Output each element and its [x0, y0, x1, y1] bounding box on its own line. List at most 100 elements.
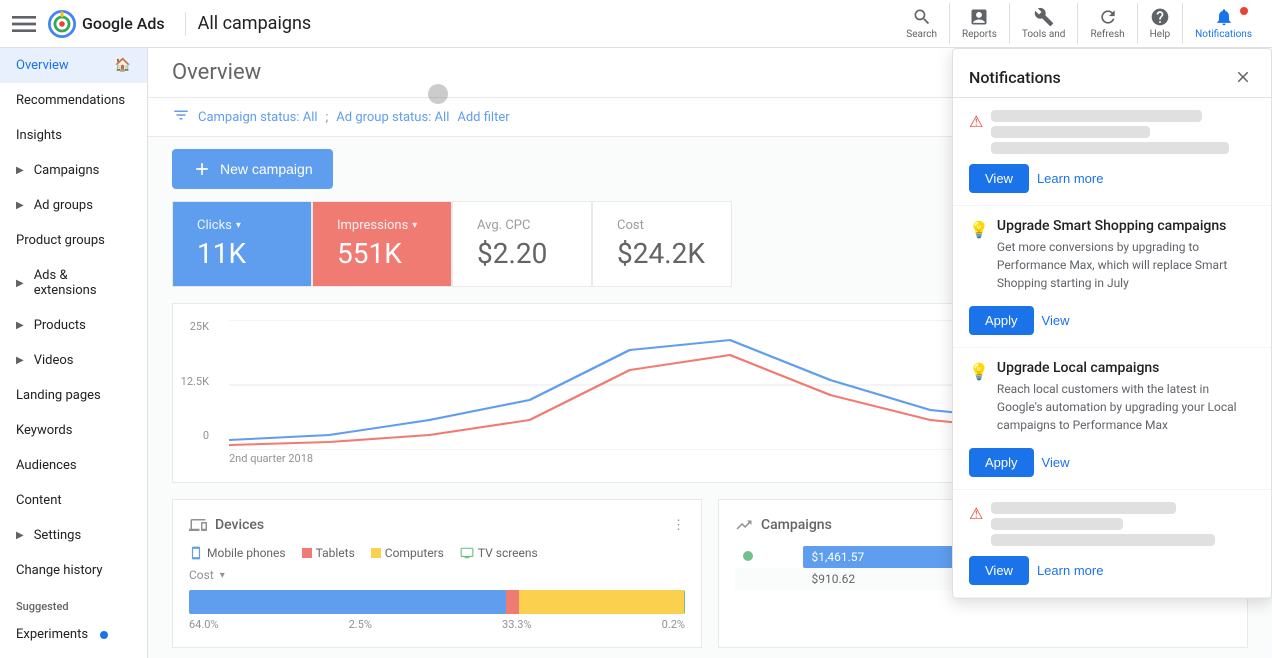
- sidebar-item-products[interactable]: ▶ Products: [0, 308, 147, 343]
- notifications-header: Notifications: [953, 49, 1271, 98]
- skeleton-line: [991, 142, 1228, 154]
- sidebar-item-recommendations[interactable]: Recommendations: [0, 83, 147, 118]
- refresh-nav-button[interactable]: Refresh: [1078, 3, 1137, 44]
- apply-button[interactable]: Apply: [969, 306, 1034, 335]
- error-icon: ⚠: [969, 504, 983, 523]
- experiments-badge: [100, 631, 108, 639]
- sidebar-item-label: Experiments: [16, 627, 88, 642]
- help-nav-button[interactable]: Help: [1138, 3, 1183, 44]
- sidebar-item-experiments[interactable]: Experiments: [0, 617, 147, 652]
- notifications-close-button[interactable]: [1231, 65, 1255, 89]
- reports-label: Reports: [962, 29, 997, 40]
- notifications-nav-button[interactable]: Notifications: [1183, 3, 1264, 44]
- lightbulb-icon: 💡: [969, 362, 989, 381]
- chevron-icon: ▶: [16, 278, 24, 289]
- skeleton-line: [991, 534, 1215, 546]
- sidebar-item-label: Insights: [16, 128, 62, 143]
- notif-item-header: 💡 Upgrade Smart Shopping campaigns Get m…: [969, 218, 1255, 300]
- chevron-icon: ▶: [16, 320, 24, 331]
- notification-item-2: 💡 Upgrade Smart Shopping campaigns Get m…: [953, 206, 1271, 348]
- notif-item-header: 💡 Upgrade Local campaigns Reach local cu…: [969, 360, 1255, 442]
- sidebar-item-product-groups[interactable]: Product groups: [0, 223, 147, 258]
- main-content: Overview June 12 - 18, 2022 ▾ ❮ ❯ Campai…: [148, 48, 1272, 658]
- notif-item-header: ⚠: [969, 110, 1255, 158]
- sidebar-item-label: Products: [34, 318, 86, 333]
- sidebar-item-label: Audiences: [16, 458, 77, 473]
- notif-item-header: ⚠: [969, 502, 1255, 550]
- skeleton-line: [991, 110, 1202, 122]
- sidebar-item-label: Keywords: [16, 423, 72, 438]
- notification-item-1: ⚠ View Learn more: [953, 98, 1271, 206]
- notif-content: Upgrade Smart Shopping campaigns Get mor…: [997, 218, 1255, 300]
- tools-nav-button[interactable]: Tools and: [1010, 3, 1079, 44]
- sidebar-item-overview[interactable]: Overview 🏠: [0, 48, 147, 83]
- sidebar-item-content[interactable]: Content: [0, 483, 147, 518]
- view-button[interactable]: View: [1042, 313, 1070, 328]
- lightbulb-icon: 💡: [969, 220, 989, 239]
- nav-divider: [185, 12, 186, 36]
- sidebar-item-campaigns[interactable]: ▶ Campaigns: [0, 153, 147, 188]
- nav-section-title: All campaigns: [198, 13, 312, 34]
- view-button[interactable]: View: [969, 164, 1029, 193]
- learn-more-button[interactable]: Learn more: [1037, 563, 1103, 578]
- sidebar-item-videos[interactable]: ▶ Videos: [0, 343, 147, 378]
- chevron-icon: ▶: [16, 355, 24, 366]
- sidebar-item-drafts[interactable]: Drafts: [0, 652, 147, 658]
- sidebar-item-label: Recommendations: [16, 93, 125, 108]
- chevron-icon: ▶: [16, 530, 24, 541]
- notification-item-3: 💡 Upgrade Local campaigns Reach local cu…: [953, 348, 1271, 490]
- sidebar-item-change-history[interactable]: Change history: [0, 553, 147, 588]
- sidebar-item-audiences[interactable]: Audiences: [0, 448, 147, 483]
- skeleton-content: [991, 502, 1255, 550]
- sidebar-item-keywords[interactable]: Keywords: [0, 413, 147, 448]
- refresh-label: Refresh: [1090, 29, 1124, 40]
- notif-desc: Reach local customers with the latest in…: [997, 380, 1255, 434]
- tools-label: Tools and: [1022, 29, 1066, 40]
- learn-more-button[interactable]: Learn more: [1037, 171, 1103, 186]
- sidebar-item-label: Content: [16, 493, 62, 508]
- sidebar-item-label: Campaigns: [34, 163, 100, 178]
- home-icon: 🏠: [115, 58, 131, 73]
- sidebar-item-label: Settings: [34, 528, 81, 543]
- notifications-panel: Notifications ⚠ View Learn more: [952, 48, 1272, 599]
- skeleton-line: [991, 518, 1123, 530]
- menu-icon[interactable]: [8, 8, 40, 40]
- sidebar-item-label: Landing pages: [16, 388, 101, 403]
- nav-actions: Search Reports Tools and Refresh Help No…: [894, 3, 1264, 44]
- view-button[interactable]: View: [969, 556, 1029, 585]
- notif-desc: Get more conversions by upgrading to Per…: [997, 238, 1255, 292]
- sidebar-item-label: Ads & extensions: [34, 268, 131, 298]
- sidebar-item-ads-extensions[interactable]: ▶ Ads & extensions: [0, 258, 147, 308]
- top-navigation: Google Ads All campaigns Search Reports …: [0, 0, 1272, 48]
- sidebar-item-settings[interactable]: ▶ Settings: [0, 518, 147, 553]
- notifications-title: Notifications: [969, 68, 1061, 87]
- reports-nav-button[interactable]: Reports: [950, 3, 1010, 44]
- sidebar-item-landing-pages[interactable]: Landing pages: [0, 378, 147, 413]
- close-icon: [1234, 68, 1252, 86]
- notifications-label: Notifications: [1195, 29, 1252, 40]
- sidebar-item-label: Videos: [34, 353, 74, 368]
- main-layout: Overview 🏠 Recommendations Insights ▶ Ca…: [0, 48, 1272, 658]
- sidebar-item-label: Change history: [16, 563, 103, 578]
- notif-actions: Apply View: [969, 306, 1255, 335]
- sidebar-item-insights[interactable]: Insights: [0, 118, 147, 153]
- search-label: Search: [906, 29, 937, 40]
- error-icon: ⚠: [969, 112, 983, 131]
- sidebar-item-label: Ad groups: [34, 198, 93, 213]
- sidebar-section-suggested: Suggested: [0, 588, 147, 617]
- help-label: Help: [1150, 29, 1170, 40]
- logo: Google Ads: [48, 10, 165, 38]
- chevron-icon: ▶: [16, 165, 24, 176]
- notif-actions: View Learn more: [969, 164, 1255, 193]
- chevron-icon: ▶: [16, 200, 24, 211]
- notif-actions: Apply View: [969, 448, 1255, 477]
- skeleton-line: [991, 126, 1149, 138]
- notification-badge: [1240, 7, 1248, 15]
- view-button[interactable]: View: [1042, 455, 1070, 470]
- notif-title-text: Upgrade Local campaigns: [997, 360, 1255, 376]
- apply-button[interactable]: Apply: [969, 448, 1034, 477]
- notif-content: Upgrade Local campaigns Reach local cust…: [997, 360, 1255, 442]
- search-nav-button[interactable]: Search: [894, 3, 950, 44]
- sidebar-item-ad-groups[interactable]: ▶ Ad groups: [0, 188, 147, 223]
- app-name: Google Ads: [82, 14, 165, 33]
